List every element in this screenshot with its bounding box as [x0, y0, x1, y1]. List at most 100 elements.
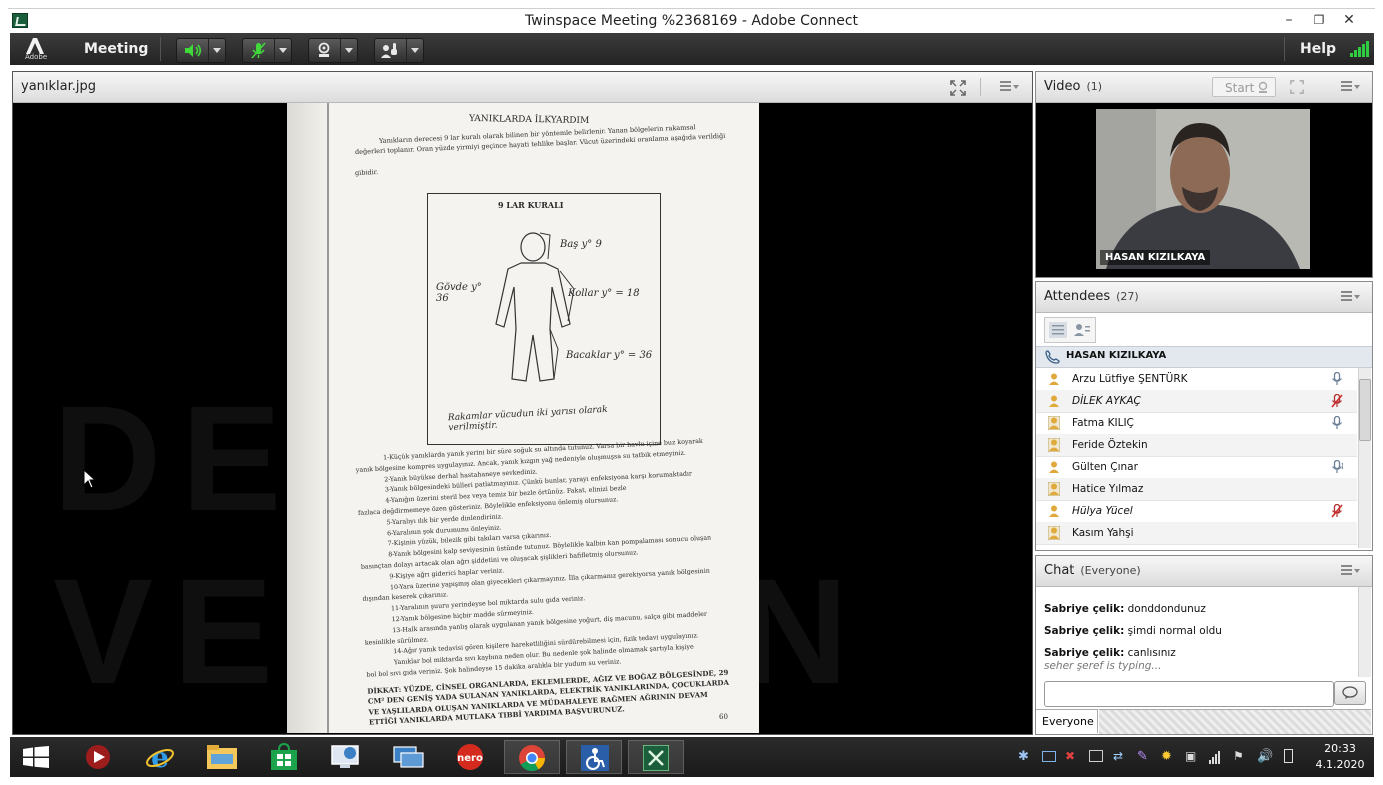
chat-sender: Sabriye çelik:: [1044, 603, 1125, 615]
mic-muted-icon[interactable]: [1331, 504, 1343, 518]
volume-icon[interactable]: 🔊: [1257, 749, 1273, 764]
attendee-scrollbar-thumb[interactable]: [1359, 379, 1371, 441]
help-menu[interactable]: Help: [1300, 41, 1336, 57]
webcam-feed: HASAN KIZILKAYA: [1096, 109, 1310, 269]
adobe-logo-text: Adobe: [25, 53, 48, 61]
status-view-icon[interactable]: [1073, 322, 1091, 338]
colorful-app-icon[interactable]: ✹: [1161, 749, 1175, 764]
participant-icon: [1049, 373, 1059, 385]
chat-scrollbar[interactable]: [1358, 587, 1371, 677]
presenter-icon: [1048, 482, 1060, 496]
attendee-row[interactable]: Kasım Yahşi: [1036, 522, 1357, 545]
taskbar-file-explorer[interactable]: [194, 740, 250, 774]
attendee-name: Gülten Çınar: [1072, 461, 1138, 473]
attendee-row[interactable]: Gülten Çınar: [1036, 456, 1357, 479]
typing-indicator: seher şeref is typing...: [1044, 660, 1162, 672]
webcam-small-icon: [1258, 81, 1268, 93]
participant-icon: [1049, 505, 1059, 517]
network-error-icon[interactable]: ✖: [1065, 749, 1079, 763]
figure-label-arms: Kollar y° = 18: [568, 288, 640, 299]
status-control[interactable]: [374, 38, 424, 63]
mic-icon[interactable]: [1331, 416, 1343, 430]
speaker-control[interactable]: [176, 38, 226, 63]
video-pod: Video (1) Start HASAN KIZILKAYA: [1035, 71, 1373, 278]
taskbar-remote-desktop[interactable]: [318, 740, 374, 774]
nero-icon: nero: [457, 744, 483, 770]
webcam-dropdown[interactable]: [340, 39, 357, 62]
taskbar-store[interactable]: [256, 740, 312, 774]
internet-explorer-icon: e: [146, 742, 174, 772]
attendee-row[interactable]: Hülya Yücel: [1036, 500, 1357, 523]
attendee-row[interactable]: Arzu Lütfiye ŞENTÜRK: [1036, 368, 1357, 391]
battery-icon[interactable]: [1281, 749, 1295, 763]
microphone-dropdown[interactable]: [274, 39, 291, 62]
microphone-control[interactable]: [242, 38, 292, 63]
connection-signal-icon: [1350, 41, 1369, 57]
video-pod-title: Video (1): [1044, 79, 1102, 94]
status-dropdown[interactable]: [406, 39, 423, 62]
start-webcam-button[interactable]: Start: [1212, 77, 1276, 97]
video-count: (1): [1086, 80, 1103, 93]
webcam-name-label: HASAN KIZILKAYA: [1100, 250, 1211, 265]
start-icon[interactable]: [23, 746, 49, 768]
attendees-pod-menu-icon[interactable]: [1341, 291, 1360, 303]
video-pod-menu-icon[interactable]: [1341, 81, 1360, 93]
raise-hand-icon[interactable]: [375, 39, 405, 62]
microphone-muted-icon[interactable]: [243, 39, 273, 62]
chat-input[interactable]: [1044, 681, 1334, 707]
speaker-dropdown[interactable]: [208, 39, 225, 62]
taskbar-connection[interactable]: [380, 740, 436, 774]
pen-icon[interactable]: ✎: [1137, 749, 1151, 764]
document-intro-line: gibidir.: [354, 167, 379, 177]
chat-sender: Sabriye çelik:: [1044, 647, 1125, 659]
send-button[interactable]: [1334, 681, 1366, 705]
sync-icon[interactable]: ⇄: [1113, 749, 1127, 763]
taskbar-adobe-connect[interactable]: [628, 740, 684, 774]
chat-pod-title: Chat (Everyone): [1044, 563, 1141, 578]
clock-time: 20:33: [1324, 742, 1356, 755]
action-center-icon[interactable]: ⚑: [1233, 749, 1247, 763]
video-title-label: Video: [1044, 79, 1081, 94]
chat-message: Sabriye çelik: canlısınız: [1044, 647, 1176, 659]
attendee-row[interactable]: Fatma KILIÇ: [1036, 412, 1357, 435]
webcam-control[interactable]: [308, 38, 358, 63]
attendee-row[interactable]: Hatice Yılmaz: [1036, 478, 1357, 501]
speaker-icon[interactable]: [177, 39, 207, 62]
mic-icon[interactable]: [1331, 372, 1343, 386]
share-pod-menu-icon[interactable]: [1000, 81, 1019, 93]
webcam-icon[interactable]: [309, 39, 339, 62]
file-explorer-icon: [207, 745, 237, 769]
chat-tab-everyone[interactable]: Everyone: [1036, 709, 1098, 733]
figure-title: 9 LAR KURALI: [498, 200, 564, 210]
device-icon[interactable]: [1089, 749, 1103, 763]
wifi-signal-icon[interactable]: [1209, 749, 1223, 764]
video-pod-header: Video (1) Start: [1036, 72, 1372, 103]
attendees-pod-header: Attendees (27): [1036, 282, 1372, 313]
list-view-icon[interactable]: [1049, 322, 1067, 338]
camera-icon[interactable]: ▣: [1185, 749, 1199, 763]
meeting-menu[interactable]: Meeting: [84, 41, 148, 57]
minimize-button[interactable]: –: [1274, 9, 1304, 31]
video-fullscreen-icon[interactable]: [1290, 80, 1304, 94]
taskbar-chrome[interactable]: [504, 740, 560, 774]
mic-muted-icon[interactable]: [1331, 394, 1343, 408]
taskbar-clock[interactable]: 20:33 4.1.2020: [1310, 741, 1370, 773]
taskbar-accessibility[interactable]: [566, 740, 622, 774]
header-divider: [980, 78, 981, 96]
fullscreen-icon[interactable]: [950, 80, 966, 96]
attendee-row[interactable]: Feride Öztekin: [1036, 434, 1357, 457]
display-icon[interactable]: [1042, 749, 1056, 763]
chat-pod-menu-icon[interactable]: [1341, 565, 1360, 577]
taskbar-internet-explorer[interactable]: e: [132, 740, 188, 774]
taskbar-media-player[interactable]: [70, 740, 126, 774]
close-button[interactable]: ✕: [1334, 9, 1364, 31]
taskbar-nero[interactable]: nero: [442, 740, 498, 774]
chat-title-label: Chat: [1044, 563, 1075, 578]
bluetooth-icon[interactable]: ✱: [1018, 749, 1032, 764]
attendee-row[interactable]: DİLEK AYKAÇ: [1036, 390, 1357, 413]
start-button-label: Start: [1225, 81, 1255, 95]
restore-button[interactable]: ❐: [1304, 9, 1334, 31]
remote-desktop-icon: [331, 745, 359, 768]
mic-talking-icon[interactable]: [1331, 460, 1343, 474]
host-row[interactable]: HASAN KIZILKAYA: [1036, 346, 1372, 368]
